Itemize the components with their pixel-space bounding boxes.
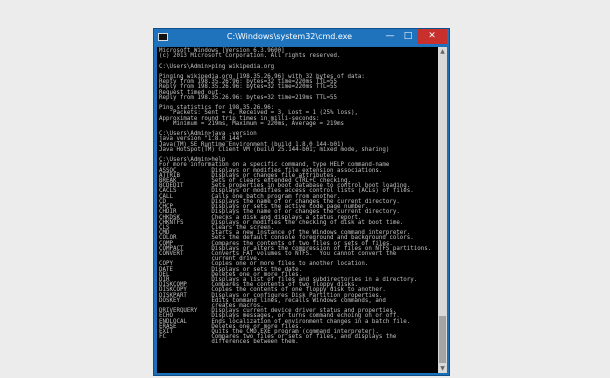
console-output[interactable]: Microsoft Windows [Version 6.3.9600] (c) … — [157, 47, 438, 373]
scroll-down-arrow-icon[interactable]: ▼ — [438, 364, 447, 373]
scroll-up-arrow-icon[interactable]: ▲ — [438, 47, 447, 56]
console-lines: Microsoft Windows [Version 6.3.9600] (c) … — [157, 47, 438, 346]
cmd-app-icon[interactable] — [158, 33, 168, 41]
cmd-window: C:\Windows\system32\cmd.exe — □ ✕ Micros… — [153, 28, 450, 376]
title-bar[interactable]: C:\Windows\system32\cmd.exe — □ ✕ — [154, 29, 449, 46]
minimize-button[interactable]: — — [381, 29, 399, 44]
close-button[interactable]: ✕ — [417, 29, 447, 44]
window-title: C:\Windows\system32\cmd.exe — [226, 32, 353, 41]
maximize-button[interactable]: □ — [399, 29, 417, 44]
vertical-scrollbar[interactable]: ▲ ▼ — [438, 47, 447, 373]
scrollbar-thumb[interactable] — [439, 316, 446, 363]
console-line: differences between them. — [159, 339, 299, 346]
